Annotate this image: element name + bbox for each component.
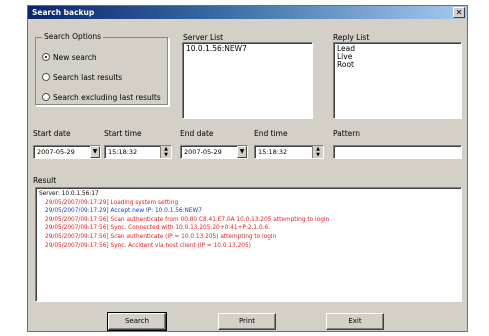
radio-new-search[interactable]: New search — [42, 52, 97, 62]
print-button[interactable]: Print — [218, 313, 276, 330]
start-date-label: Start date — [33, 129, 71, 138]
end-time-spinner[interactable]: 15:18:32 ▲ ▼ — [254, 145, 324, 159]
spin-down-icon[interactable]: ▼ — [313, 152, 323, 158]
exit-button[interactable]: Exit — [326, 313, 384, 330]
end-date-dropdown-icon[interactable]: ▼ — [237, 146, 247, 158]
end-date-label: End date — [180, 129, 214, 138]
end-date-picker[interactable]: 2007-05-29 ▼ — [180, 145, 248, 159]
pattern-label: Pattern — [333, 129, 360, 138]
pattern-input[interactable] — [333, 145, 462, 159]
search-options-label: Search Options — [42, 32, 104, 41]
end-date-value: 2007-05-29 — [184, 148, 222, 156]
start-date-dropdown-icon[interactable]: ▼ — [90, 146, 100, 158]
search-options-group: Search Options New search Search last re… — [35, 32, 169, 106]
reply-list-item[interactable]: Lead — [337, 45, 458, 53]
end-time-label: End time — [254, 129, 288, 138]
reply-list-label: Reply List — [333, 33, 370, 42]
end-time-value: 15:18:32 — [258, 148, 288, 156]
radio-search-last-results-label: Search last results — [53, 72, 123, 82]
server-list-item[interactable]: 10.0.1.56:NEW7 — [186, 45, 309, 53]
radio-new-search-dot[interactable] — [42, 53, 50, 61]
log-line: 29/05/2007/09:17:56] Scan authenticate f… — [45, 216, 330, 223]
start-time-value: 15:18:32 — [108, 148, 138, 156]
log-line: 29/05/2007/09:17:29] Accept new IP: 10.0… — [45, 208, 202, 215]
server-list[interactable]: 10.0.1.56:NEW7 — [182, 42, 313, 119]
result-log[interactable]: Server: 10.0.1.56:17 29/05/2007/09:17:29… — [35, 187, 462, 302]
search-button[interactable]: Search — [107, 312, 167, 331]
start-time-spin-icon[interactable]: ▲ ▼ — [160, 146, 171, 158]
search-backup-window: Search backup ✕ Search Options New searc… — [27, 5, 468, 332]
log-line: 29/05/2007/09:17:56] Sync. Connected wit… — [45, 225, 271, 232]
reply-list[interactable]: Lead Live Root — [333, 42, 462, 119]
radio-search-excluding[interactable]: Search excluding last results — [42, 92, 161, 102]
radio-search-last-results[interactable]: Search last results — [42, 72, 122, 82]
log-line: 29/05/2007/09:17:56] Scan authenticate (… — [45, 233, 277, 240]
radio-search-excluding-label: Search excluding last results — [53, 92, 161, 102]
reply-list-item[interactable]: Live — [337, 53, 458, 61]
window-title: Search backup — [32, 8, 95, 17]
spin-down-icon[interactable]: ▼ — [161, 152, 171, 158]
log-line: 29/05/2007/09:17:56] Sync. Accident via … — [45, 242, 251, 249]
radio-search-last-results-dot[interactable] — [42, 73, 50, 81]
log-line: 29/05/2007/09:17:29] Loading system sett… — [45, 199, 179, 206]
start-date-value: 2007-05-29 — [37, 148, 75, 156]
reply-list-item[interactable]: Root — [337, 61, 458, 69]
title-bar: Search backup ✕ — [28, 6, 467, 19]
start-date-picker[interactable]: 2007-05-29 ▼ — [33, 145, 101, 159]
result-label: Result — [33, 176, 57, 185]
start-time-label: Start time — [104, 129, 142, 138]
log-line: Server: 10.0.1.56:17 — [39, 191, 99, 197]
end-time-spin-icon[interactable]: ▲ ▼ — [312, 146, 323, 158]
radio-search-excluding-dot[interactable] — [42, 93, 50, 101]
server-list-label: Server List — [183, 33, 224, 42]
radio-new-search-label: New search — [53, 52, 97, 62]
close-button[interactable]: ✕ — [453, 7, 465, 18]
start-time-spinner[interactable]: 15:18:32 ▲ ▼ — [104, 145, 172, 159]
